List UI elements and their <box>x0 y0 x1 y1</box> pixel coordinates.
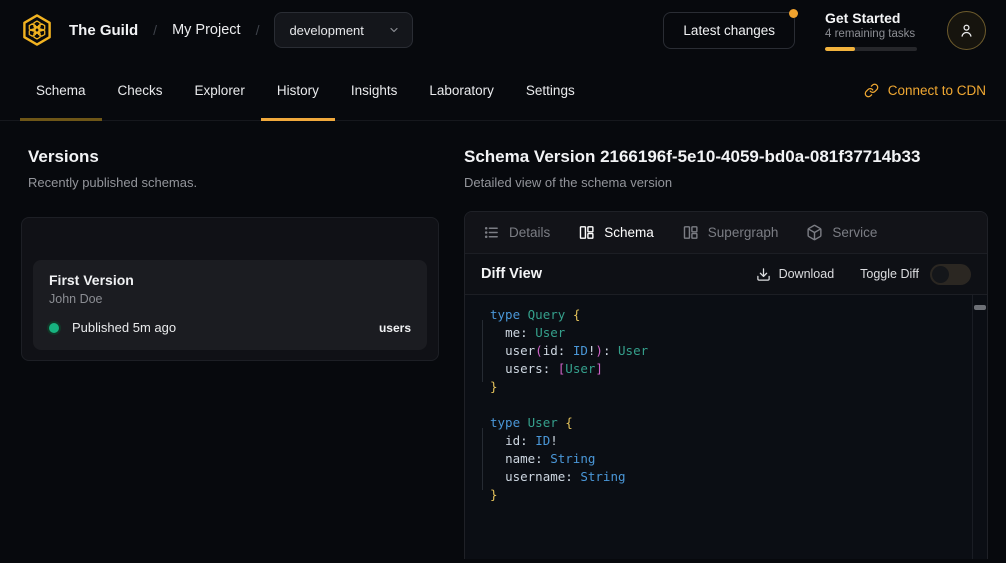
target-dropdown[interactable]: development <box>274 12 412 48</box>
code-line: id: ID! <box>490 432 971 450</box>
tab-supergraph[interactable]: Supergraph <box>682 224 779 241</box>
tab-checks[interactable]: Checks <box>102 60 179 120</box>
notification-dot <box>789 9 798 18</box>
diff-view-header: Diff View Download Toggle D <box>465 254 987 295</box>
code-line: } <box>490 486 971 504</box>
main-content: Versions Recently published schemas. Fir… <box>0 121 1006 559</box>
breadcrumb: The Guild / My Project / development <box>20 12 413 48</box>
tab-schema-view[interactable]: Schema <box>578 224 654 241</box>
diff-view-title: Diff View <box>481 266 542 282</box>
versions-subtitle: Recently published schemas. <box>28 175 440 190</box>
tab-service[interactable]: Service <box>806 224 877 241</box>
version-list-item[interactable]: First Version John Doe Published 5m ago … <box>33 260 427 350</box>
tab-label: Insights <box>351 83 398 98</box>
download-icon <box>756 267 771 282</box>
columns-icon <box>682 224 699 241</box>
tab-label: Supergraph <box>708 225 779 240</box>
published-status-icon <box>49 323 59 333</box>
versions-title: Versions <box>28 147 440 167</box>
tab-details[interactable]: Details <box>483 224 550 241</box>
code-line: name: String <box>490 450 971 468</box>
schema-code-viewer[interactable]: type Query { me: User user(id: ID!): Use… <box>465 295 987 559</box>
tab-laboratory[interactable]: Laboratory <box>413 60 510 120</box>
user-icon <box>958 22 975 39</box>
user-menu-button[interactable] <box>947 11 986 50</box>
tab-label: Explorer <box>195 83 245 98</box>
versions-list-card: First Version John Doe Published 5m ago … <box>21 217 439 361</box>
code-line <box>490 396 971 414</box>
toggle-diff-switch[interactable] <box>930 264 971 285</box>
code-line: username: String <box>490 468 971 486</box>
published-status-text: Published 5m ago <box>72 320 176 335</box>
version-view-tabs: Details Schema <box>465 212 987 254</box>
link-icon <box>864 83 879 98</box>
tab-label: Service <box>832 225 877 240</box>
download-label: Download <box>779 267 835 281</box>
top-bar: The Guild / My Project / development Lat… <box>0 0 1006 60</box>
tab-history[interactable]: History <box>261 60 335 120</box>
code-line: type Query { <box>490 306 971 324</box>
tab-label: Details <box>509 225 550 240</box>
latest-changes-button[interactable]: Latest changes <box>663 12 795 49</box>
schema-version-panel: Schema Version 2166196f-5e10-4059-bd0a-0… <box>464 121 1006 559</box>
code-line: user(id: ID!): User <box>490 342 971 360</box>
tab-insights[interactable]: Insights <box>335 60 414 120</box>
chevron-down-icon <box>388 24 400 36</box>
tab-settings[interactable]: Settings <box>510 60 591 120</box>
tab-schema[interactable]: Schema <box>20 60 102 120</box>
project-name[interactable]: My Project <box>172 22 241 38</box>
connect-to-cdn-label: Connect to CDN <box>888 83 986 98</box>
tab-label: Schema <box>36 83 86 98</box>
tab-label: Laboratory <box>429 83 494 98</box>
schema-version-title: Schema Version 2166196f-5e10-4059-bd0a-0… <box>464 147 988 167</box>
breadcrumb-separator: / <box>153 22 157 38</box>
service-badge: users <box>379 321 411 335</box>
get-started-progress <box>825 47 917 51</box>
schema-version-card: Details Schema <box>464 211 988 559</box>
switch-knob <box>932 266 949 283</box>
schema-version-subtitle: Detailed view of the schema version <box>464 175 988 190</box>
connect-to-cdn-button[interactable]: Connect to CDN <box>864 60 986 120</box>
code-line: me: User <box>490 324 971 342</box>
cube-icon <box>806 224 823 241</box>
tab-label: Settings <box>526 83 575 98</box>
latest-changes-label: Latest changes <box>683 23 775 38</box>
scrollbar-thumb[interactable] <box>974 305 986 310</box>
code-line: type User { <box>490 414 971 432</box>
target-nav: Schema Checks Explorer History Insights … <box>0 60 1006 121</box>
download-button[interactable]: Download <box>756 267 835 282</box>
breadcrumb-separator: / <box>256 22 260 38</box>
indent-guide <box>482 428 483 490</box>
indent-guide <box>482 320 483 382</box>
guild-logo-icon[interactable] <box>20 13 54 47</box>
tab-label: History <box>277 83 319 98</box>
get-started-widget[interactable]: Get Started 4 remaining tasks <box>825 10 917 51</box>
code-scrollbar[interactable] <box>972 295 987 559</box>
target-dropdown-value: development <box>289 23 363 38</box>
version-author: John Doe <box>49 292 411 306</box>
get-started-title: Get Started <box>825 10 917 26</box>
columns-icon <box>578 224 595 241</box>
progress-fill <box>825 47 855 51</box>
version-name: First Version <box>49 272 411 288</box>
org-name[interactable]: The Guild <box>69 22 138 39</box>
toggle-diff-label: Toggle Diff <box>860 267 919 281</box>
tab-label: Schema <box>604 225 654 240</box>
code-lines: type Query { me: User user(id: ID!): Use… <box>490 306 971 504</box>
get-started-subtitle: 4 remaining tasks <box>825 28 917 40</box>
code-line: } <box>490 378 971 396</box>
tab-label: Checks <box>118 83 163 98</box>
code-line: users: [User] <box>490 360 971 378</box>
versions-panel: Versions Recently published schemas. Fir… <box>0 121 464 559</box>
list-icon <box>483 224 500 241</box>
tab-explorer[interactable]: Explorer <box>179 60 261 120</box>
